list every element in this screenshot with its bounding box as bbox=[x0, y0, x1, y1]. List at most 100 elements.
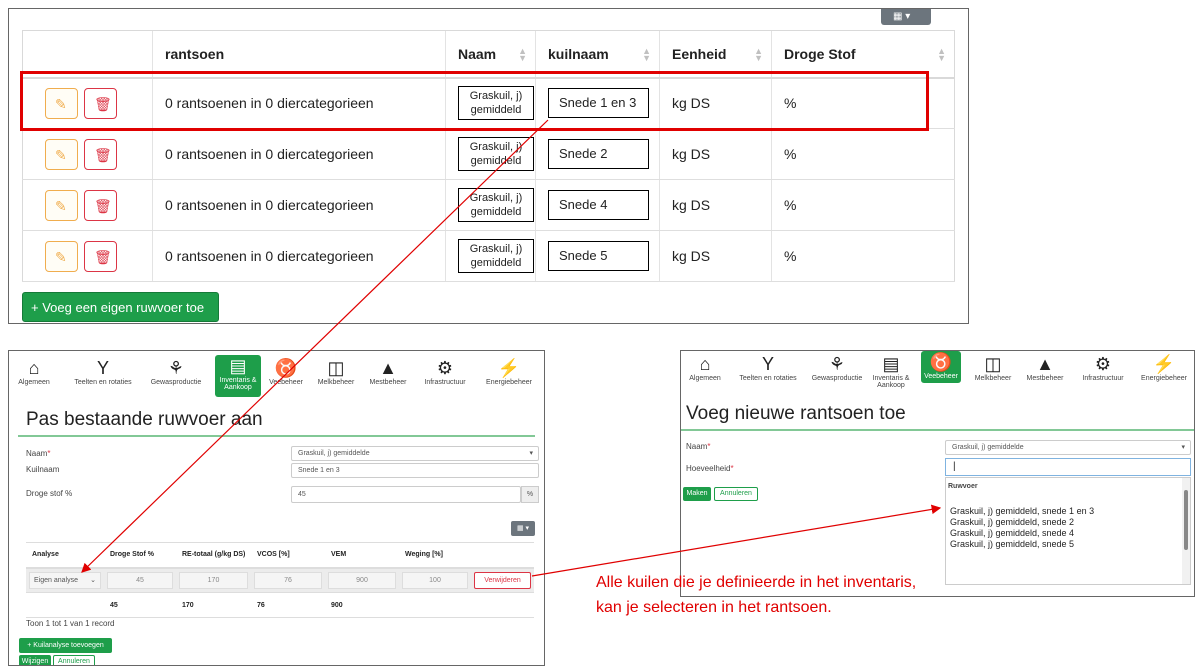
nav-item-inventaris[interactable]: ▤ Inventaris & Aankoop bbox=[215, 355, 261, 397]
trash-icon: 🗑 bbox=[94, 248, 112, 265]
nav-label: Infrastructuur bbox=[1082, 375, 1124, 382]
nav-item-gewasproductie[interactable]: ⚘ Gewasproductie bbox=[805, 353, 869, 382]
naam-cell: Graskuil, j) gemiddeld bbox=[445, 230, 536, 282]
manure-icon: ▲ bbox=[379, 358, 397, 378]
dropdown-option[interactable]: Graskuil, j) gemiddeld, snede 4 bbox=[950, 528, 1094, 539]
add-analysis-button[interactable]: + Kuilanalyse toevoegen bbox=[19, 638, 112, 653]
dropdown-option[interactable]: Graskuil, j) gemiddeld, snede 2 bbox=[950, 517, 1094, 528]
tractor-icon: ⚙ bbox=[1094, 354, 1112, 374]
column-header-re-totaal[interactable]: RE-totaal (g/kg DS) bbox=[176, 542, 251, 569]
nav-item-mestbeheer[interactable]: ▲ Mestbeheer bbox=[363, 357, 413, 386]
delete-analysis-button[interactable]: Verwijderen bbox=[474, 571, 531, 589]
kuilnaam-input[interactable]: Snede 1 en 3 bbox=[291, 463, 539, 478]
naam-value: Graskuil, j) gemiddeld bbox=[458, 137, 534, 171]
vcos-field[interactable]: 76 bbox=[254, 571, 322, 589]
naam-cell: Graskuil, j) gemiddeld bbox=[445, 128, 536, 180]
nav-item-energiebeheer[interactable]: ⚡ Energiebeheer bbox=[479, 357, 539, 386]
nav-item-teelten[interactable]: Y Teelten en rotaties bbox=[733, 353, 803, 382]
row-actions: ✎ 🗑 bbox=[22, 179, 153, 231]
droge-stof-field[interactable]: 45 bbox=[107, 571, 173, 589]
total-actions bbox=[471, 592, 534, 618]
dropdown-scrollbar[interactable] bbox=[1182, 478, 1190, 584]
column-header-weging[interactable]: Weging [%] bbox=[399, 542, 471, 569]
percent-addon: % bbox=[521, 486, 539, 503]
nav-item-melkbeheer[interactable]: ◫ Melkbeheer bbox=[311, 357, 361, 386]
sort-icon: ▲ ▼ bbox=[642, 46, 651, 63]
nav-item-algemeen[interactable]: ⌂ Algemeen bbox=[11, 357, 57, 386]
nav-item-veebeheer[interactable]: ♉ Veebeheer bbox=[921, 351, 961, 383]
delete-button[interactable]: 🗑 bbox=[84, 189, 117, 221]
re-totaal-field[interactable]: 170 bbox=[179, 571, 248, 589]
droge-stof-input[interactable]: 45 bbox=[291, 486, 521, 503]
nav-item-inventaris[interactable]: ▤ Inventaris & Aankoop bbox=[871, 353, 911, 389]
naam-cell: Graskuil, j) gemiddeld bbox=[445, 179, 536, 231]
naam-value: Graskuil, j) gemiddeld bbox=[458, 239, 534, 273]
totals-empty-cell bbox=[26, 592, 104, 618]
column-header-vem[interactable]: VEM bbox=[325, 542, 399, 569]
milk-tank-icon: ◫ bbox=[984, 354, 1002, 374]
delete-button[interactable]: 🗑 bbox=[84, 138, 117, 170]
edit-button[interactable]: ✎ bbox=[45, 189, 78, 221]
nav-label: Inventaris & Aankoop bbox=[872, 375, 910, 389]
column-header-vcos[interactable]: VCOS [%] bbox=[251, 542, 325, 569]
droge-stof-cell: % bbox=[771, 230, 955, 282]
vem-cell: 900 bbox=[325, 567, 399, 593]
nav-item-infrastructuur[interactable]: ⚙ Infrastructuur bbox=[1075, 353, 1131, 382]
page-title: Voeg nieuwe rantsoen toe bbox=[686, 403, 906, 424]
nav-label: Algemeen bbox=[18, 379, 50, 386]
nav-item-energiebeheer[interactable]: ⚡ Energiebeheer bbox=[1135, 353, 1193, 382]
add-ruwvoer-button[interactable]: + Voeg een eigen ruwvoer toe bbox=[22, 292, 219, 322]
column-header-actions bbox=[471, 542, 534, 569]
scale-icon: ▤ bbox=[882, 354, 900, 374]
scrollbar-thumb[interactable] bbox=[1184, 490, 1188, 550]
nav-item-gewasproductie[interactable]: ⚘ Gewasproductie bbox=[143, 357, 209, 386]
nav-label: Melkbeheer bbox=[317, 379, 355, 386]
naam-select[interactable]: Graskuil, j) gemiddelde ▾ bbox=[291, 446, 539, 461]
naam-select[interactable]: Graskuil, j) gemiddelde ▾ bbox=[945, 440, 1191, 455]
wheat-icon: ⚘ bbox=[828, 354, 846, 374]
nav-item-algemeen[interactable]: ⌂ Algemeen bbox=[685, 353, 725, 382]
hoeveelheid-input[interactable]: | bbox=[945, 458, 1191, 476]
analyse-select-value: Eigen analyse bbox=[34, 576, 78, 584]
nav-item-teelten[interactable]: Y Teelten en rotaties bbox=[67, 357, 139, 386]
nav-label: Veebeheer bbox=[924, 373, 958, 380]
highlight-row-box bbox=[20, 71, 929, 131]
kuilnaam-cell: Snede 2 bbox=[535, 128, 660, 180]
column-toggle-button[interactable]: ▦ ▾ bbox=[511, 521, 535, 536]
make-button[interactable]: Maken bbox=[683, 487, 711, 501]
dropdown-option[interactable]: Graskuil, j) gemiddeld, snede 1 en 3 bbox=[950, 506, 1094, 517]
total-vem: 900 bbox=[325, 592, 399, 618]
new-rantsoen-screenshot: ⌂ Algemeen Y Teelten en rotaties ⚘ Gewaspro… bbox=[680, 350, 1195, 597]
edit-icon: ✎ bbox=[55, 146, 67, 163]
annotation-text: Alle kuilen die je definieerde in het in… bbox=[596, 574, 917, 616]
nav-item-mestbeheer[interactable]: ▲ Mestbeheer bbox=[1021, 353, 1069, 382]
dropdown-options: Graskuil, j) gemiddeld, snede 1 en 3 Gra… bbox=[950, 506, 1094, 550]
cancel-button[interactable]: Annuleren bbox=[714, 487, 758, 501]
edit-button[interactable]: ✎ bbox=[45, 138, 78, 170]
rantsoen-cell: 0 rantsoenen in 0 diercategorieen bbox=[152, 128, 446, 180]
table-row: ✎ 🗑 0 rantsoenen in 0 diercategorieen Gra… bbox=[22, 128, 955, 180]
naam-select-value: Graskuil, j) gemiddelde bbox=[298, 450, 370, 457]
dropdown-option[interactable]: Graskuil, j) gemiddeld, snede 5 bbox=[950, 539, 1094, 550]
edit-button[interactable]: ✎ bbox=[45, 240, 78, 272]
sort-icon: ▲ ▼ bbox=[754, 46, 763, 63]
vem-field[interactable]: 900 bbox=[328, 571, 396, 589]
nav-item-infrastructuur[interactable]: ⚙ Infrastructuur bbox=[417, 357, 473, 386]
nav-item-melkbeheer[interactable]: ◫ Melkbeheer bbox=[969, 353, 1017, 382]
nav-label: Melkbeheer bbox=[974, 375, 1012, 382]
column-header-droge-stof[interactable]: Droge Stof % bbox=[104, 542, 176, 569]
wheat-icon: ⚘ bbox=[167, 358, 185, 378]
milk-tank-icon: ◫ bbox=[327, 358, 345, 378]
save-button[interactable]: Wijzigen bbox=[19, 655, 51, 665]
nav-label: Energiebeheer bbox=[486, 379, 532, 386]
weging-field[interactable]: 100 bbox=[402, 571, 468, 589]
column-header-analyse[interactable]: Analyse bbox=[26, 542, 104, 569]
kuilnaam-value: Snede 2 bbox=[548, 139, 649, 169]
delete-button[interactable]: 🗑 bbox=[84, 240, 117, 272]
nav-item-veebeheer[interactable]: ♉ Veebeheer bbox=[263, 357, 309, 386]
analyse-select[interactable]: Eigen analyse ⌄ bbox=[29, 571, 101, 589]
cancel-button[interactable]: Annuleren bbox=[53, 655, 95, 665]
column-toggle-button[interactable]: ▦ ▾ bbox=[881, 9, 931, 25]
page-title: Pas bestaande ruwvoer aan bbox=[26, 409, 263, 430]
droge-stof-cell: % bbox=[771, 179, 955, 231]
